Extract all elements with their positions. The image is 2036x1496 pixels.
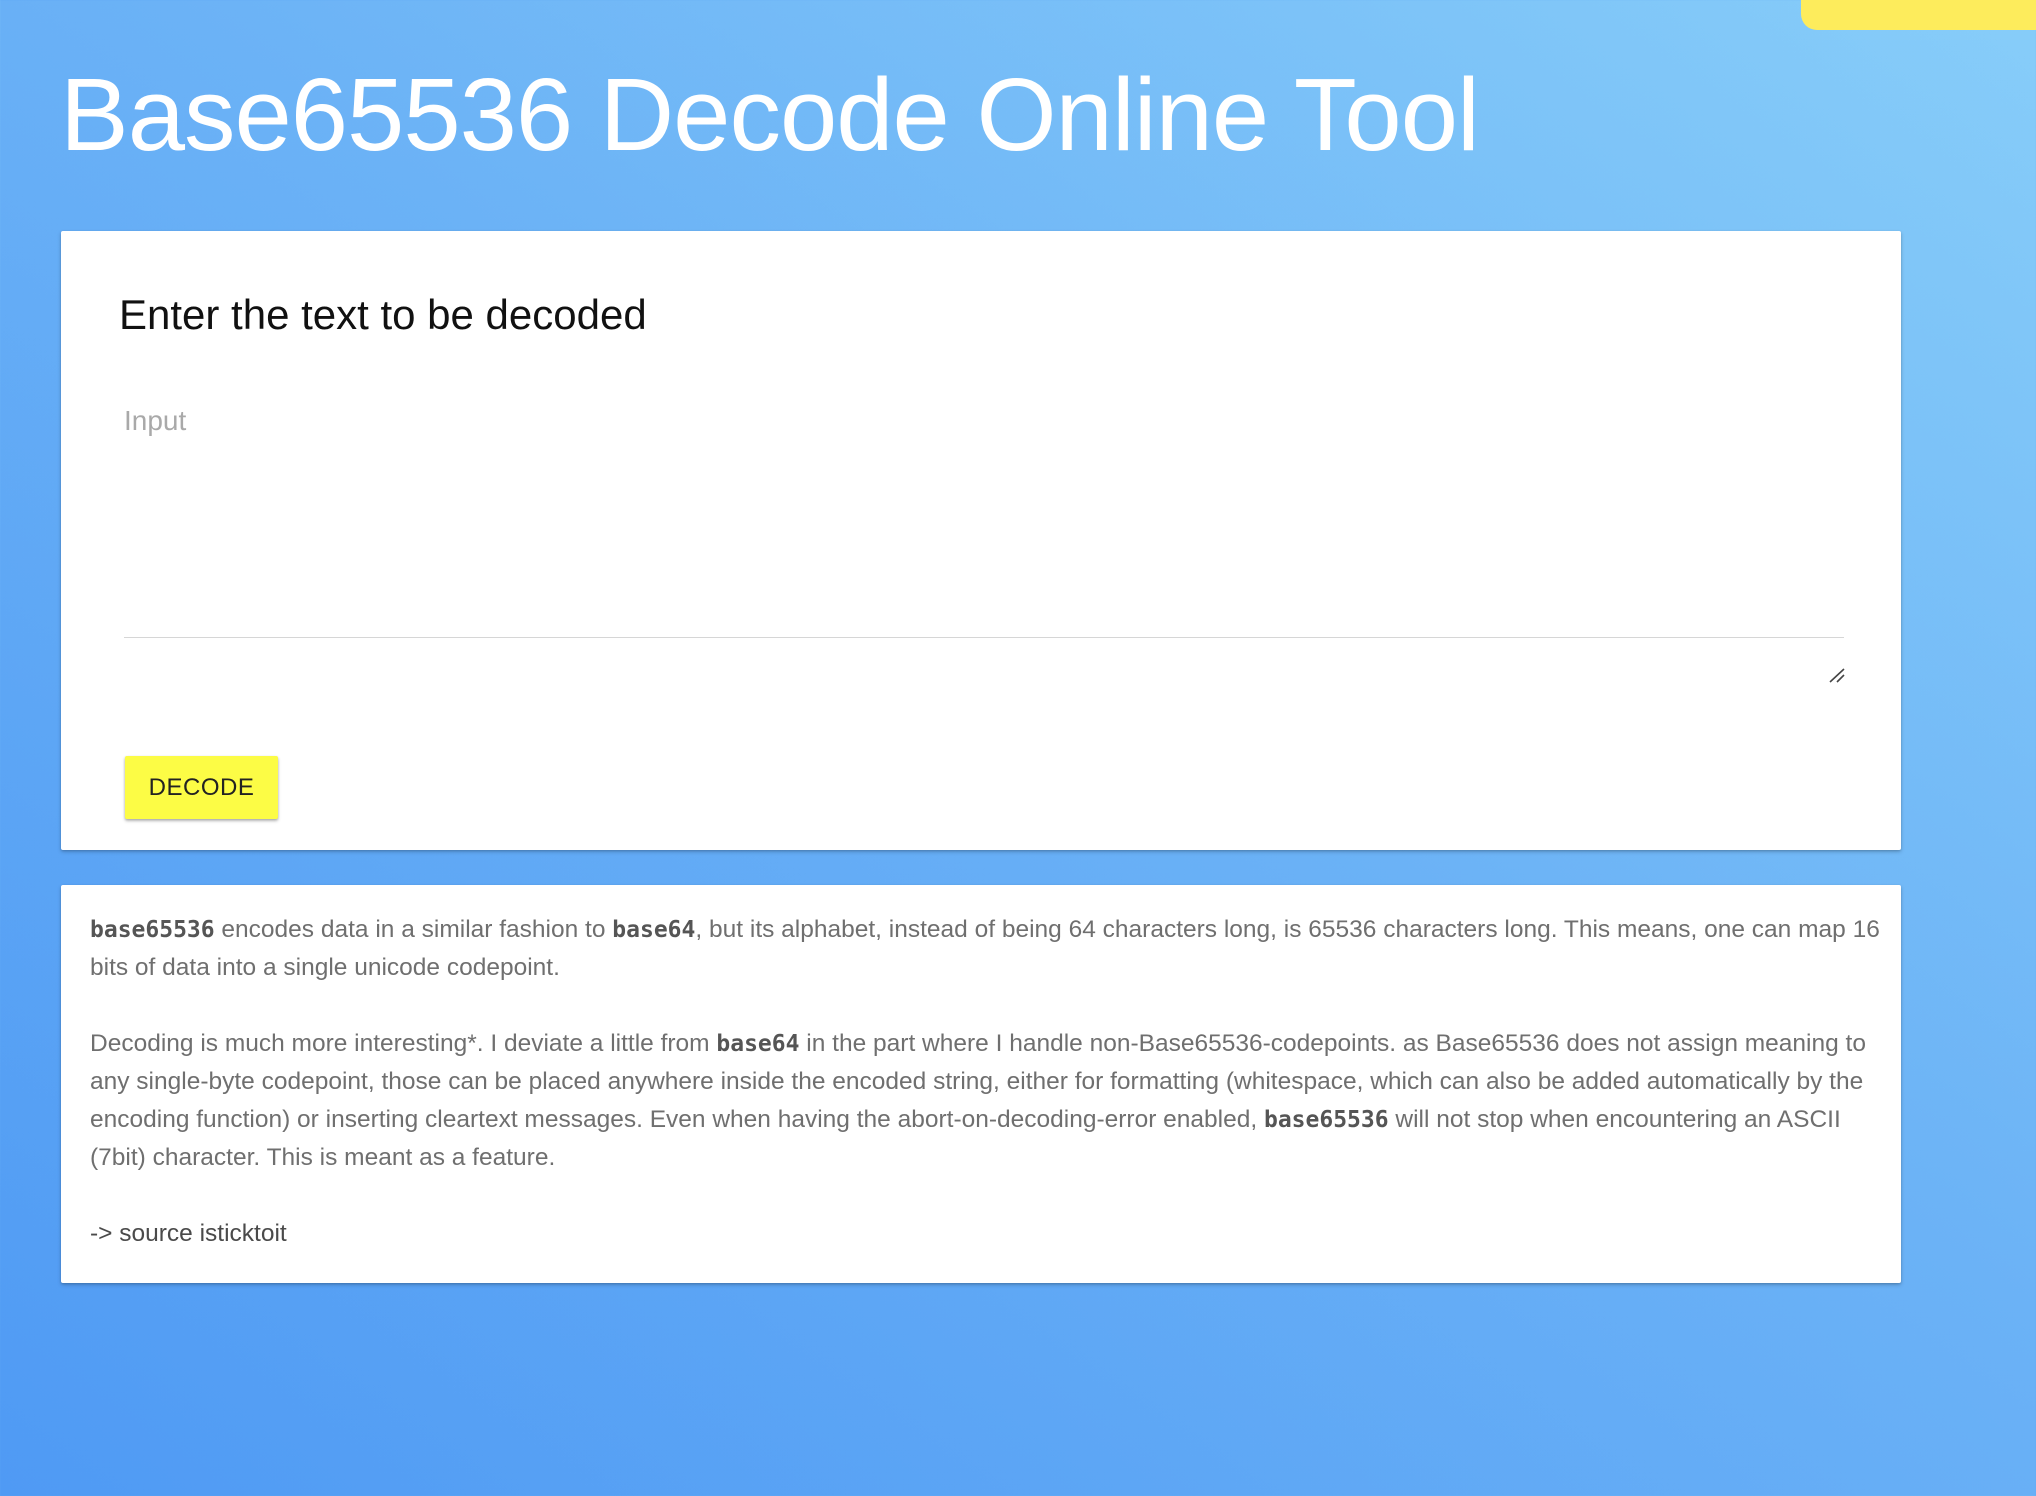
info-text: base65536 encodes data in a similar fash… — [90, 911, 1880, 1253]
corner-tab[interactable] — [1801, 0, 2036, 30]
source-line: -> source isticktoit — [90, 1220, 287, 1247]
info-paragraph-2: Decoding is much more interesting*. I de… — [90, 1025, 1880, 1177]
info-card: base65536 encodes data in a similar fash… — [61, 885, 1901, 1283]
code-base65536: base65536 — [1263, 1107, 1389, 1133]
info-text-segment: encodes data in a similar fashion to — [214, 916, 613, 943]
input-card-title: Enter the text to be decoded — [119, 291, 647, 338]
info-paragraph-1: base65536 encodes data in a similar fash… — [90, 911, 1880, 987]
page-title: Base65536 Decode Online Tool — [60, 57, 1480, 172]
input-textarea[interactable] — [124, 401, 1844, 638]
decode-button[interactable]: DECODE — [125, 756, 278, 819]
code-base64: base64 — [716, 1031, 800, 1057]
code-base65536: base65536 — [90, 917, 215, 943]
code-base64: base64 — [612, 917, 696, 943]
info-text-segment: Decoding is much more interesting*. I de… — [90, 1030, 717, 1057]
input-card: Enter the text to be decoded DECODE — [61, 231, 1901, 850]
resize-grip-icon[interactable] — [1828, 667, 1846, 683]
